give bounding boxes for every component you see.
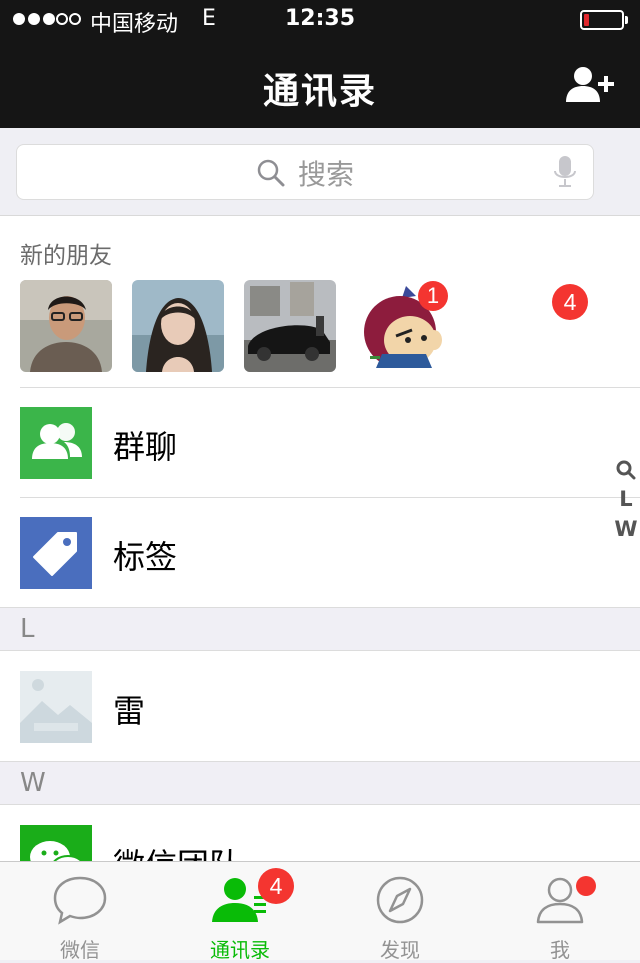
index-search-icon[interactable] [612,454,640,484]
new-friends-label: 新的朋友 [20,243,112,269]
contact-name: 雷 [113,692,146,730]
group-chat-label: 群聊 [113,428,178,466]
group-chat-row[interactable]: 群聊 [0,388,640,496]
tab-label: 我 [550,938,570,962]
tab-contacts[interactable]: 通讯录 4 [160,862,320,962]
add-contact-icon[interactable] [566,66,616,106]
index-letter[interactable]: W [612,514,640,544]
page-title: 通讯录 [262,71,377,112]
battery-tip [625,16,628,24]
me-tab-red-dot [576,876,596,896]
search-area: 搜索 [0,128,640,216]
chat-bubble-icon [53,876,107,925]
search-placeholder: 搜索 [298,158,355,191]
tab-bar: 微信 通讯录 4 发现 我 [0,861,640,962]
new-friend-badge: 1 [418,281,448,311]
tab-label: 通讯录 [210,938,270,962]
friend-avatar[interactable] [244,280,336,372]
microphone-icon[interactable] [553,155,577,189]
section-header-l: L [0,607,640,651]
search-input[interactable]: 搜索 [16,144,594,200]
friend-avatar[interactable] [132,280,224,372]
section-index-bar[interactable]: L W [612,454,640,544]
section-letter: W [20,768,46,798]
status-time: 12:35 [284,6,356,31]
tab-discover[interactable]: 发现 [320,862,480,962]
status-bar: 中国移动 E 12:35 [0,0,640,40]
compass-icon [376,876,424,924]
tab-label: 发现 [380,938,420,962]
tab-label: 微信 [60,938,100,962]
contact-row[interactable]: 雷 [0,651,640,761]
battery-icon [580,10,624,30]
search-icon [257,159,285,187]
friend-avatar[interactable] [20,280,112,372]
tags-label: 标签 [113,538,178,576]
tags-row[interactable]: 标签 [0,498,640,606]
contact-list: 新的朋友 1 4 群聊 标签 L 雷 W [0,216,640,897]
index-letter[interactable]: L [612,484,640,514]
contact-avatar [20,671,92,743]
contacts-tab-badge: 4 [258,868,294,904]
tab-me[interactable]: 我 [480,862,640,962]
group-chat-icon [20,407,92,479]
section-header-w: W [0,761,640,805]
tab-chats[interactable]: 微信 [0,862,160,962]
new-friends-count-badge: 4 [552,284,588,320]
tag-icon [20,517,92,589]
section-letter: L [20,614,35,644]
